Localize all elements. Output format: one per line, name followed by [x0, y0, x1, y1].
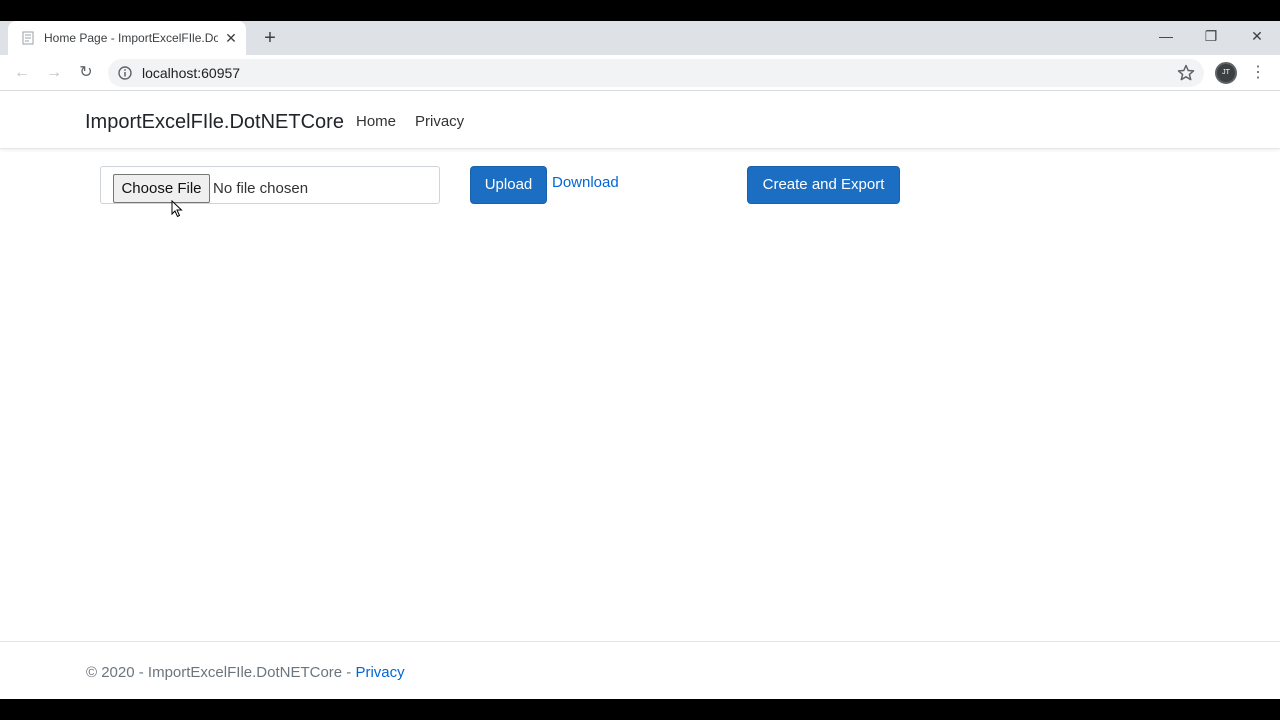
- minimize-button[interactable]: —: [1152, 25, 1180, 47]
- back-button[interactable]: ←: [10, 61, 34, 85]
- tab-close-icon[interactable]: ✕: [222, 29, 240, 47]
- upload-button[interactable]: Upload: [470, 166, 547, 204]
- file-input[interactable]: Choose File No file chosen: [100, 166, 440, 204]
- bookmark-star-icon[interactable]: [1176, 63, 1196, 83]
- site-footer: © 2020 - ImportExcelFIle.DotNETCore - Pr…: [0, 641, 1280, 699]
- create-and-export-button[interactable]: Create and Export: [747, 166, 900, 204]
- browser-menu-icon[interactable]: ⋮: [1250, 61, 1266, 85]
- browser-toolbar: ← → ↻ localhost:60957 JT ⋮: [0, 55, 1280, 91]
- browser-window: Home Page - ImportExcelFIle.DotNETCore ✕…: [0, 21, 1280, 699]
- site-navbar: ImportExcelFIle.DotNETCore Home Privacy: [0, 92, 1280, 149]
- tab-title: Home Page - ImportExcelFIle.DotNETCore: [44, 31, 218, 45]
- choose-file-button[interactable]: Choose File: [113, 174, 210, 203]
- info-icon[interactable]: [118, 66, 132, 80]
- new-tab-button[interactable]: +: [259, 27, 281, 49]
- profile-avatar[interactable]: JT: [1215, 62, 1237, 84]
- nav-link-home[interactable]: Home: [356, 112, 396, 132]
- restore-button[interactable]: ❐: [1197, 25, 1225, 47]
- page-icon: [22, 31, 34, 45]
- footer-privacy-link[interactable]: Privacy: [355, 664, 404, 681]
- address-bar[interactable]: localhost:60957: [108, 59, 1204, 87]
- web-page: ImportExcelFIle.DotNETCore Home Privacy …: [0, 92, 1280, 699]
- forward-button[interactable]: →: [42, 61, 66, 85]
- nav-link-privacy[interactable]: Privacy: [415, 112, 464, 132]
- download-link[interactable]: Download: [552, 173, 619, 193]
- reload-button[interactable]: ↻: [74, 61, 98, 85]
- window-close-button[interactable]: ✕: [1243, 25, 1271, 47]
- file-status-text: No file chosen: [213, 180, 309, 197]
- navbar-brand[interactable]: ImportExcelFIle.DotNETCore: [85, 110, 344, 134]
- mouse-cursor-icon: [171, 200, 183, 218]
- url-text[interactable]: localhost:60957: [142, 65, 240, 81]
- browser-tab[interactable]: Home Page - ImportExcelFIle.DotNETCore ✕: [8, 21, 246, 55]
- screen: Home Page - ImportExcelFIle.DotNETCore ✕…: [0, 0, 1280, 720]
- footer-text: © 2020 - ImportExcelFIle.DotNETCore - Pr…: [86, 663, 405, 683]
- footer-copyright: © 2020 - ImportExcelFIle.DotNETCore -: [86, 664, 356, 681]
- tab-strip: Home Page - ImportExcelFIle.DotNETCore ✕…: [0, 21, 1280, 55]
